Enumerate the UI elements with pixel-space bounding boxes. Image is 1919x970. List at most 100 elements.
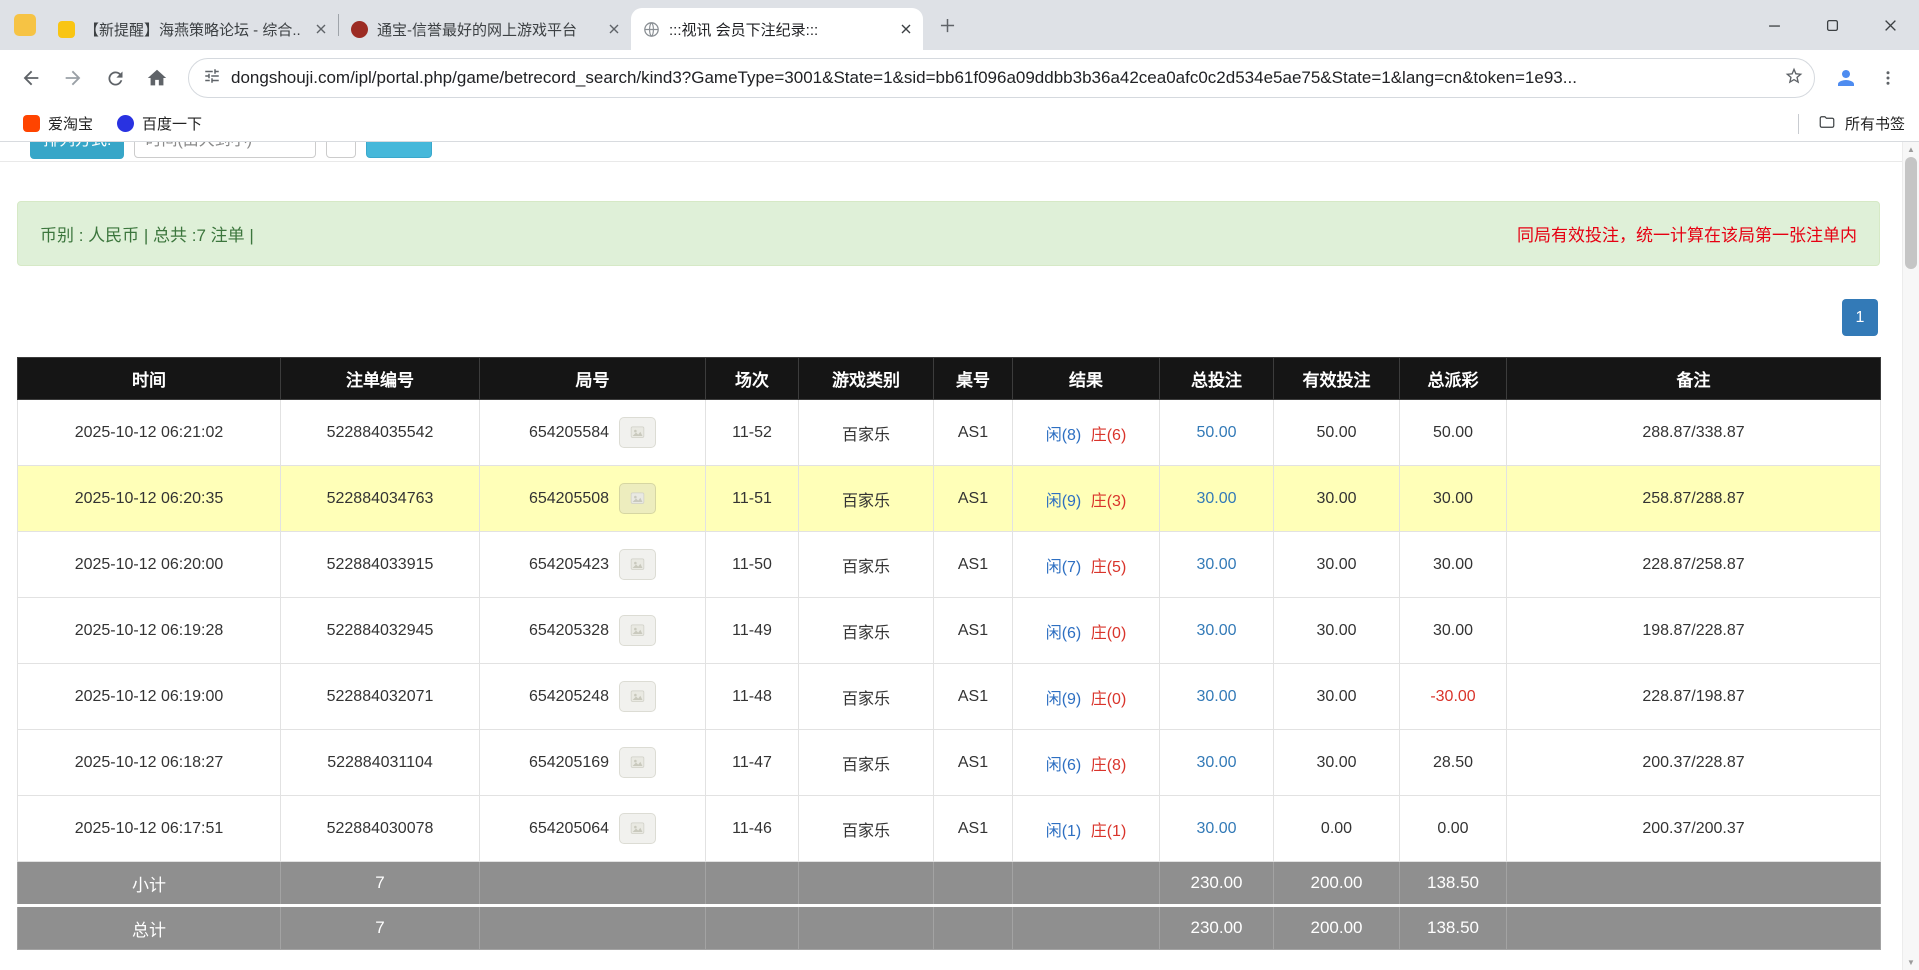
valid-bet-cell: 30.00 [1274, 730, 1400, 796]
result-cell: 闲(6) 庄(8) [1013, 730, 1160, 796]
result-player: 闲(1) [1046, 823, 1082, 840]
note-cell: 288.87/338.87 [1507, 400, 1881, 466]
round-result-image-button[interactable] [619, 747, 656, 778]
sort-select-arrow[interactable] [326, 142, 356, 158]
round-number: 654205423 [529, 556, 609, 574]
valid-bet-cell: 50.00 [1274, 400, 1400, 466]
result-banker: 庄(0) [1091, 625, 1127, 642]
window-maximize-button[interactable] [1803, 0, 1861, 50]
empty-cell [799, 906, 934, 950]
round-number: 654205508 [529, 490, 609, 508]
new-tab-button[interactable] [931, 9, 963, 41]
subtotal-count: 7 [281, 862, 480, 906]
total-bet-cell[interactable]: 30.00 [1160, 532, 1274, 598]
forward-button[interactable] [52, 57, 94, 99]
refresh-button[interactable] [94, 57, 136, 99]
folder-icon [1818, 113, 1836, 135]
round-cell: 654205064 [480, 796, 706, 862]
session-cell: 11-51 [706, 466, 799, 532]
total-bet-cell[interactable]: 30.00 [1160, 466, 1274, 532]
pagination: 1 [0, 299, 1878, 336]
tab-forum[interactable]: 【新提醒】海燕策略论坛 - 综合... [46, 8, 338, 50]
round-result-image-button[interactable] [619, 483, 656, 514]
address-bar[interactable]: dongshouji.com/ipl/portal.php/game/betre… [188, 58, 1815, 98]
page-scrollbar[interactable]: ▲ ▼ [1902, 142, 1919, 970]
scrollbar-thumb[interactable] [1905, 157, 1917, 269]
total-bet-cell[interactable]: 30.00 [1160, 796, 1274, 862]
result-player: 闲(6) [1046, 757, 1082, 774]
column-header-valid-bet: 有效投注 [1274, 358, 1400, 400]
bookmark-item-baidu[interactable]: 百度一下 [108, 109, 211, 138]
round-result-image-button[interactable] [619, 417, 656, 448]
subtotal-payout: 138.50 [1400, 862, 1507, 906]
bet-id-cell: 522884031104 [281, 730, 480, 796]
session-cell: 11-52 [706, 400, 799, 466]
result-player: 闲(7) [1046, 559, 1082, 576]
window-close-button[interactable] [1861, 0, 1919, 50]
section-divider [0, 161, 1902, 162]
bookmark-item-aitaobao[interactable]: 爱淘宝 [14, 109, 102, 138]
tab-title: 通宝-信誉最好的网上游戏平台 [377, 19, 595, 40]
scroll-up-icon[interactable]: ▲ [1903, 142, 1919, 157]
table-no-cell: AS1 [934, 664, 1013, 730]
tab-close-icon[interactable] [604, 20, 623, 39]
forum-favicon-icon [58, 21, 75, 38]
page-button-1[interactable]: 1 [1842, 299, 1878, 336]
tab-title: :::视讯 会员下注纪录::: [669, 19, 887, 40]
column-header-game-type: 游戏类别 [799, 358, 934, 400]
summary-text: 币别 : 人民币 | 总共 :7 注单 | [40, 221, 254, 246]
result-cell: 闲(1) 庄(1) [1013, 796, 1160, 862]
table-no-cell: AS1 [934, 532, 1013, 598]
tab-bet-records[interactable]: :::视讯 会员下注纪录::: [631, 8, 923, 50]
tab-close-icon[interactable] [896, 20, 915, 39]
round-result-image-button[interactable] [619, 813, 656, 844]
total-total-bet: 230.00 [1160, 906, 1274, 950]
url-text[interactable]: dongshouji.com/ipl/portal.php/game/betre… [231, 68, 1774, 88]
bet-id-cell: 522884032071 [281, 664, 480, 730]
column-header-session: 场次 [706, 358, 799, 400]
bookmark-label: 爱淘宝 [48, 113, 93, 134]
empty-cell [934, 906, 1013, 950]
total-bet-cell[interactable]: 30.00 [1160, 598, 1274, 664]
globe-icon [643, 21, 660, 38]
note-cell: 258.87/288.87 [1507, 466, 1881, 532]
bookmark-star-icon[interactable] [1784, 66, 1804, 91]
round-cell: 654205423 [480, 532, 706, 598]
search-button[interactable] [366, 142, 432, 158]
tab-tongbao[interactable]: 通宝-信誉最好的网上游戏平台 [339, 8, 631, 50]
total-bet-cell[interactable]: 50.00 [1160, 400, 1274, 466]
scroll-down-icon[interactable]: ▼ [1903, 955, 1919, 970]
empty-cell [480, 906, 706, 950]
payout-cell: 50.00 [1400, 400, 1507, 466]
table-row: 2025-10-12 06:21:02 522884035542 6542055… [18, 400, 1881, 466]
subtotal-valid-bet: 200.00 [1274, 862, 1400, 906]
kebab-menu-icon[interactable] [1867, 57, 1909, 99]
site-settings-icon[interactable] [203, 67, 221, 90]
table-row: 2025-10-12 06:18:27 522884031104 6542051… [18, 730, 1881, 796]
bet-table-body: 2025-10-12 06:21:02 522884035542 6542055… [18, 400, 1881, 862]
table-no-cell: AS1 [934, 400, 1013, 466]
total-bet-cell[interactable]: 30.00 [1160, 730, 1274, 796]
home-button[interactable] [136, 57, 178, 99]
tab-close-icon[interactable] [311, 20, 330, 39]
sort-select[interactable]: 时间(由大到小) [134, 142, 316, 158]
round-number: 654205248 [529, 688, 609, 706]
result-cell: 闲(8) 庄(6) [1013, 400, 1160, 466]
note-cell: 228.87/258.87 [1507, 532, 1881, 598]
round-result-image-button[interactable] [619, 681, 656, 712]
divider [1798, 114, 1799, 134]
table-row: 2025-10-12 06:17:51 522884030078 6542050… [18, 796, 1881, 862]
game-type-cell: 百家乐 [799, 598, 934, 664]
total-bet-cell[interactable]: 30.00 [1160, 664, 1274, 730]
browser-toolbar: dongshouji.com/ipl/portal.php/game/betre… [0, 50, 1919, 106]
back-button[interactable] [10, 57, 52, 99]
bet-table: 时间 注单编号 局号 场次 游戏类别 桌号 结果 总投注 有效投注 总派彩 备注… [17, 357, 1881, 950]
profile-avatar[interactable] [1825, 57, 1867, 99]
all-bookmarks-button[interactable]: 所有书签 [1798, 113, 1905, 135]
session-cell: 11-49 [706, 598, 799, 664]
round-result-image-button[interactable] [619, 615, 656, 646]
round-result-image-button[interactable] [619, 549, 656, 580]
sort-label: 排列方式: [30, 142, 124, 159]
payout-cell: 30.00 [1400, 598, 1507, 664]
window-minimize-button[interactable] [1745, 0, 1803, 50]
